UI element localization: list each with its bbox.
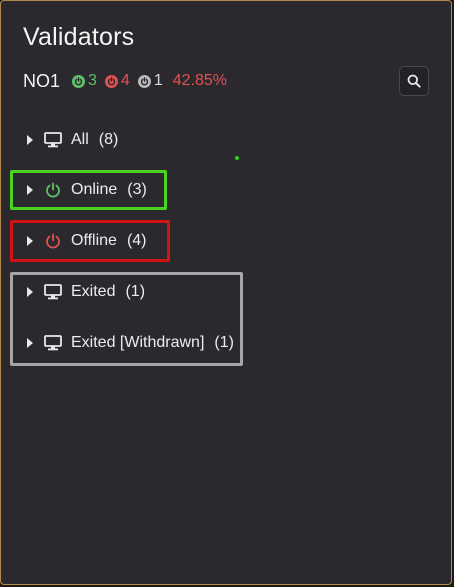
tree-item-count: (4) <box>126 232 147 249</box>
tree-item-count: (3) <box>127 181 147 198</box>
monitor-icon <box>43 283 63 301</box>
tree-item-count: (1) <box>214 334 234 351</box>
status-dot <box>235 156 239 160</box>
exited-count: 1 <box>153 72 163 89</box>
exited-stat: 1 <box>137 72 163 90</box>
node-name: NO1 <box>23 70 61 91</box>
power-icon <box>43 232 63 250</box>
caret-right-icon[interactable] <box>27 236 33 246</box>
tree-item-label: Online <box>71 181 118 198</box>
online-count: 3 <box>88 72 97 89</box>
offline-power-icon <box>104 74 118 88</box>
online-power-icon <box>72 74 86 88</box>
online-stat: 3 <box>72 72 97 90</box>
panel-title: Validators <box>23 23 135 51</box>
tree-item-label: Offline <box>71 232 117 249</box>
search-icon <box>407 74 421 88</box>
monitor-icon <box>43 131 63 149</box>
uptime-percent: 42.85% <box>172 72 227 89</box>
tree-item-count: (1) <box>125 283 146 300</box>
caret-right-icon[interactable] <box>27 135 33 145</box>
tree-item-offline[interactable]: Offline (4) <box>27 226 147 256</box>
tree-item-all[interactable]: All (8) <box>27 125 118 155</box>
tree-item-exited[interactable]: Exited (1) <box>27 277 145 307</box>
tree-item-label: Exited [Withdrawn] <box>71 334 205 351</box>
exited-power-icon <box>137 74 151 88</box>
monitor-icon <box>43 334 63 352</box>
tree-item-online[interactable]: Online (3) <box>27 175 147 205</box>
search-button[interactable] <box>399 66 429 96</box>
tree-item-count: (8) <box>98 131 119 148</box>
caret-right-icon[interactable] <box>27 185 33 195</box>
caret-right-icon[interactable] <box>27 287 33 297</box>
offline-stat: 4 <box>104 72 130 90</box>
node-summary: NO1 3 4 1 42.85% <box>23 70 227 92</box>
validators-panel: Validators NO1 3 4 1 42.85% All (8) Onli… <box>0 0 452 585</box>
caret-right-icon[interactable] <box>27 338 33 348</box>
tree-item-label: Exited <box>71 283 116 300</box>
power-icon <box>43 181 63 199</box>
tree-item-label: All <box>71 131 89 148</box>
tree-item-exited-withdrawn[interactable]: Exited [Withdrawn] (1) <box>27 328 234 358</box>
offline-count: 4 <box>120 72 130 89</box>
